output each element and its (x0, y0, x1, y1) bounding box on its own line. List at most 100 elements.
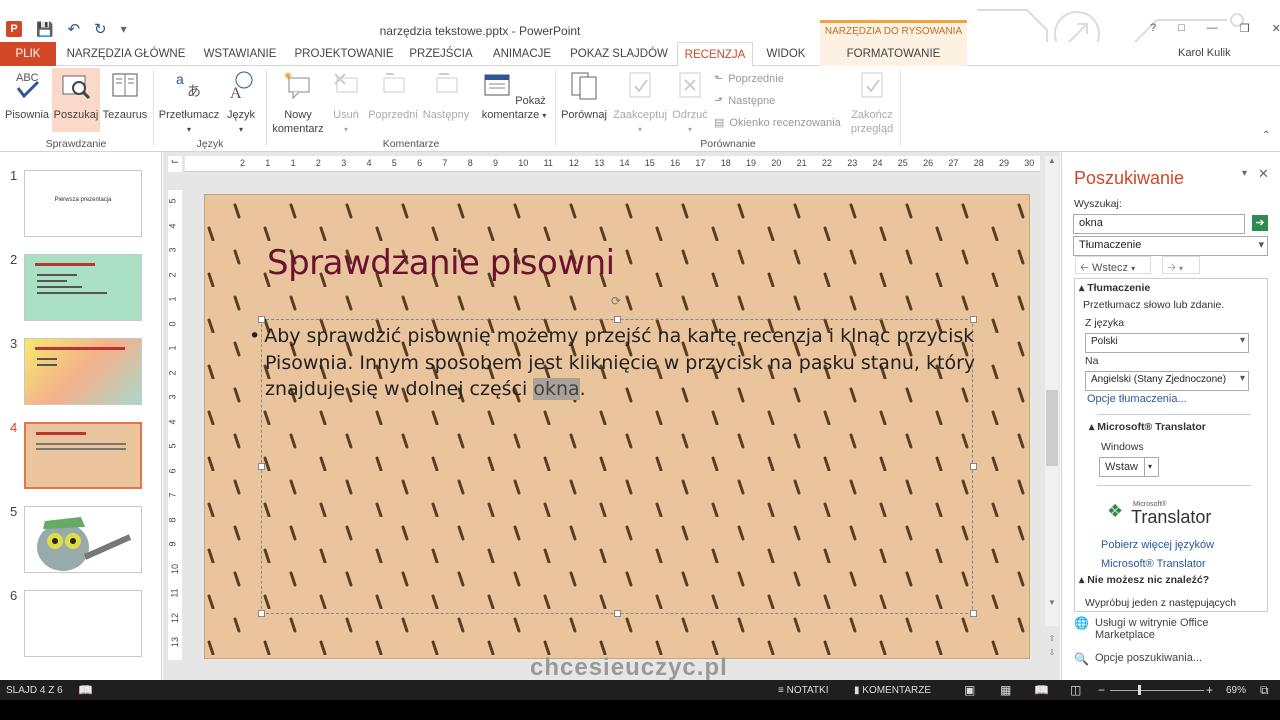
slide-sorter-icon[interactable]: ▦ (1000, 683, 1011, 697)
slide-number: 6 (10, 588, 18, 603)
reading-view-icon[interactable]: 📖 (1034, 683, 1049, 697)
reject-button[interactable]: Odrzuć ▾ (670, 70, 710, 137)
ruler-tick-label: 2 (240, 158, 246, 168)
help-icon[interactable]: ? (1150, 22, 1156, 35)
resize-handle[interactable] (614, 316, 621, 323)
page-nav-icons[interactable]: ⇧ ⇩ (1045, 632, 1059, 662)
tab-slideshow[interactable]: POKAZ SLAJDÓW (566, 42, 672, 66)
restore-icon[interactable]: ❐ (1240, 22, 1250, 35)
divider (1097, 485, 1251, 486)
scroll-thumb[interactable] (1046, 390, 1058, 466)
resize-handle[interactable] (258, 316, 265, 323)
section-translation[interactable]: ▴ Tłumaczenie (1079, 282, 1150, 294)
next-comment-button[interactable]: Następny (422, 70, 470, 122)
search-go-icon[interactable]: ➔ (1252, 215, 1268, 231)
vertical-scrollbar[interactable]: ▲ ▼ (1045, 156, 1059, 626)
pane-close-icon[interactable]: ✕ (1258, 166, 1269, 182)
not-found-header[interactable]: ▴ Nie możesz nic znaleźć? (1079, 574, 1209, 586)
translate-button[interactable]: aあ Przetłumacz ▾ (158, 70, 220, 137)
zoom-level[interactable]: 69% (1226, 685, 1246, 696)
previous-change-button[interactable]: ⬑ Poprzednie (714, 72, 784, 86)
tab-transitions[interactable]: PRZEJŚCIA (404, 42, 478, 66)
resize-handle[interactable] (970, 610, 977, 617)
from-language-label: Z języka (1085, 317, 1125, 329)
zoom-slider[interactable] (1110, 690, 1204, 691)
slide-canvas[interactable]: Sprawdzanie pisowni ⟳ • Aby sprawdzić pis… (204, 194, 1030, 659)
ruler-tick-label: 12 (568, 158, 579, 168)
compare-button[interactable]: Porównaj (558, 70, 610, 122)
slideshow-view-icon[interactable]: ◫ (1070, 683, 1081, 697)
ruler-tick-label: 2 (315, 158, 321, 168)
scroll-up-icon[interactable]: ▲ (1045, 156, 1059, 170)
resize-handle[interactable] (258, 463, 265, 470)
close-icon[interactable]: ✕ (1272, 22, 1280, 35)
slide-body-text[interactable]: • Aby sprawdzić pisownię możemy przejść n… (249, 323, 985, 403)
forward-button[interactable]: 🡢 ▾ (1162, 256, 1200, 274)
minimize-icon[interactable]: — (1207, 22, 1218, 35)
scroll-down-icon[interactable]: ▼ (1045, 598, 1059, 607)
tab-view[interactable]: WIDOK (758, 42, 814, 66)
tab-home[interactable]: NARZĘDZIA GŁÓWNE (62, 42, 190, 66)
language-icon: A (230, 71, 253, 102)
from-language-select[interactable]: Polski (1085, 333, 1249, 353)
tab-insert[interactable]: WSTAWIANIE (196, 42, 284, 66)
ruler-tick-label: 0 (167, 320, 178, 327)
tab-format[interactable]: FORMATOWANIE (820, 42, 967, 66)
zoom-in-icon[interactable]: + (1206, 683, 1213, 697)
slide-thumbnail-1[interactable]: Pierwsza prezentacja (24, 170, 142, 237)
previous-comment-button[interactable]: Poprzedni (366, 70, 420, 122)
insert-button[interactable]: Wstaw ▾ (1099, 457, 1159, 477)
slide-thumbnail-5[interactable] (24, 506, 142, 573)
search-input[interactable]: okna (1073, 214, 1245, 234)
translation-options-link[interactable]: Opcje tłumaczenia... (1087, 393, 1187, 405)
slide-thumbnail-2[interactable] (24, 254, 142, 321)
next-change-button[interactable]: ⬏ Następne (714, 94, 775, 108)
slide-thumbnail-4[interactable] (24, 422, 142, 489)
user-name[interactable]: Karol Kulik (1178, 47, 1231, 59)
research-button[interactable]: Poszukaj (52, 68, 100, 132)
zoom-out-icon[interactable]: − (1098, 683, 1105, 697)
tab-design[interactable]: PROJEKTOWANIE (292, 42, 396, 66)
tab-review[interactable]: RECENZJA (677, 42, 753, 67)
collapse-ribbon-icon[interactable]: ⌃ (1262, 130, 1270, 141)
notes-button[interactable]: ≡ NOTATKI (778, 685, 828, 696)
back-button[interactable]: 🡠 Wstecz ▾ (1075, 256, 1151, 274)
to-language-select[interactable]: Angielski (Stany Zjednoczone) (1085, 371, 1249, 391)
body-text: Aby sprawdzić pisownię możemy przejść na… (264, 325, 976, 400)
slide-thumbnail-3[interactable] (24, 338, 142, 405)
more-languages-link[interactable]: Pobierz więcej języków (1101, 539, 1214, 551)
comments-button[interactable]: ▮ KOMENTARZE (854, 685, 931, 696)
ruler-tick-label: 5 (167, 443, 178, 449)
thesaurus-button[interactable]: Tezaurus (102, 70, 148, 122)
language-button[interactable]: A Język ▾ (222, 70, 260, 137)
service-select[interactable]: Tłumaczenie (1073, 236, 1268, 256)
end-review-button[interactable]: Zakończ przegląd (846, 70, 898, 136)
slide-thumbnail-6[interactable] (24, 590, 142, 657)
resize-handle[interactable] (614, 610, 621, 617)
zoom-slider-thumb[interactable] (1138, 685, 1141, 695)
ribbon-display-options-icon[interactable]: □ (1178, 22, 1185, 35)
spelling-button[interactable]: ABC Pisownia (4, 70, 50, 122)
pane-options-icon[interactable]: ▾ (1242, 168, 1247, 179)
tab-file[interactable]: PLIK (0, 42, 56, 66)
tab-stop-selector[interactable]: ⌙ (168, 156, 182, 172)
tab-animations[interactable]: ANIMACJE (486, 42, 558, 66)
resize-handle[interactable] (970, 463, 977, 470)
ms-translator-link[interactable]: Microsoft® Translator (1101, 558, 1206, 570)
delete-comment-button[interactable]: Usuń ▾ (328, 70, 364, 137)
rotate-handle-icon[interactable]: ⟳ (611, 294, 621, 308)
resize-handle[interactable] (970, 316, 977, 323)
normal-view-icon[interactable]: ▣ (964, 683, 975, 697)
reviewing-pane-button[interactable]: ▤ Okienko recenzowania (714, 116, 841, 130)
ruler-tick-label: 24 (872, 158, 883, 168)
ms-translator-header[interactable]: ▴ Microsoft® Translator (1089, 421, 1206, 433)
new-comment-button[interactable]: ✷ Nowy komentarz (270, 69, 326, 136)
slide-title[interactable]: Sprawdzanie pisowni (267, 243, 615, 283)
office-marketplace-link[interactable]: Usługi w witrynie Office Marketplace (1095, 617, 1209, 641)
search-options-link[interactable]: Opcje poszukiwania... (1095, 652, 1202, 664)
spell-check-status-icon[interactable]: 📖 (78, 683, 93, 697)
fit-slide-icon[interactable]: ⧉ (1260, 683, 1269, 698)
resize-handle[interactable] (258, 610, 265, 617)
accept-button[interactable]: Zaakceptuj ▾ (612, 70, 668, 137)
show-comments-button[interactable]: Pokaż komentarze ▾ (478, 70, 550, 123)
